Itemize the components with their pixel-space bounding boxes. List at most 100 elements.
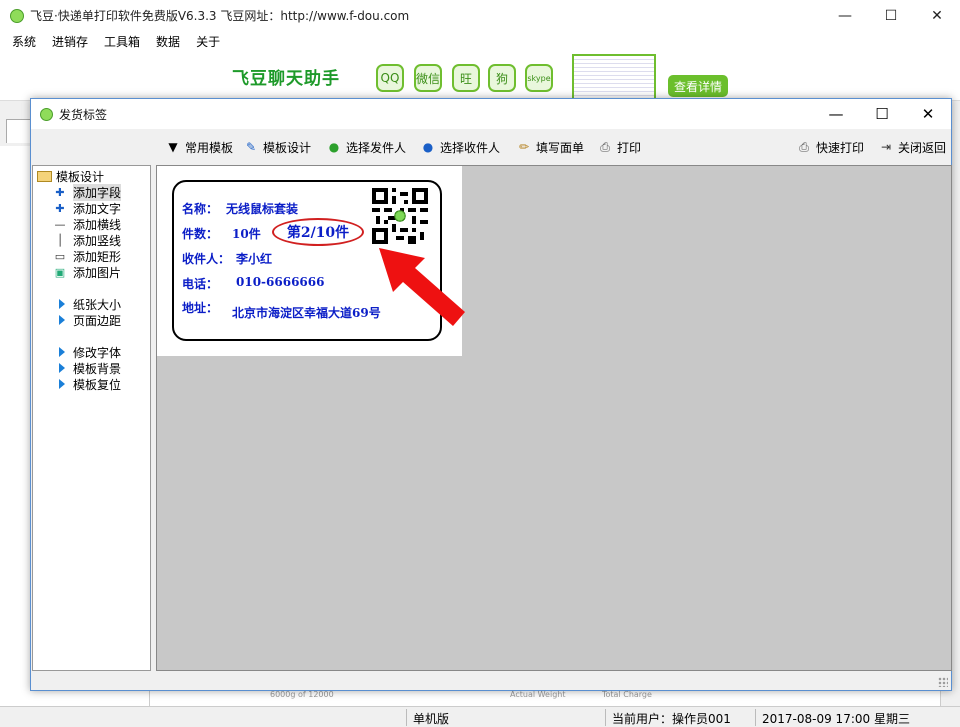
tree-item-label: 纸张大小 xyxy=(73,297,122,312)
tree-item-add-field[interactable]: ✚ 添加字段 xyxy=(53,183,122,201)
view-details-button[interactable]: 查看详情 xyxy=(668,75,728,97)
fill-waybill-label: 填写面单 xyxy=(536,140,585,155)
triangle-icon xyxy=(59,299,65,309)
image-icon: ▣ xyxy=(54,265,66,279)
address-value[interactable]: 北京市海淀区幸福大道69号 xyxy=(232,304,381,321)
tree-root-template-design[interactable]: 模板设计 xyxy=(37,168,104,184)
tree-item-label: 模板背景 xyxy=(73,361,122,376)
label-paper[interactable]: 名称： 无线鼠标套装 件数： 10件 第2/10件 收件人： 李小红 电话： 0… xyxy=(157,166,465,356)
receiver-key[interactable]: 收件人： xyxy=(182,250,230,267)
phone-value[interactable]: 010-6666666 xyxy=(236,275,324,289)
exit-icon: ⇥ xyxy=(880,140,892,154)
background-bottom-strip: 6000g of 12000 Actual Weight Total Charg… xyxy=(150,690,940,706)
wechat-icon: 微信 xyxy=(414,64,442,92)
maximize-button[interactable]: ☐ xyxy=(868,0,914,31)
banner-screenshot xyxy=(572,54,656,100)
plus-icon: ✚ xyxy=(55,201,65,215)
triangle-icon xyxy=(59,363,65,373)
qr-code-icon[interactable] xyxy=(372,188,428,244)
design-tree: 模板设计 ✚ 添加字段 ✚ 添加文字 — 添加横线 │ 添加竖线 ▭ 添加矩形 … xyxy=(32,165,151,671)
tree-item-label: 添加横线 xyxy=(73,217,122,232)
tree-item-template-reset[interactable]: 模板复位 xyxy=(57,376,121,392)
quick-printer-icon: ⎙ xyxy=(799,140,809,154)
receiver-person-icon: ● xyxy=(422,140,434,154)
dialog-logo-icon xyxy=(40,107,53,121)
triangle-icon xyxy=(59,315,65,325)
select-sender-label: 选择发件人 xyxy=(346,140,407,155)
menu-inventory[interactable]: 进销存 xyxy=(46,33,94,50)
vertical-line-icon: │ xyxy=(56,233,64,247)
triangle-icon xyxy=(59,347,65,357)
skype-icon: skype xyxy=(525,64,553,92)
status-user: 当前用户：操作员001 xyxy=(612,712,731,726)
status-datetime: 2017-08-09 17:00 星期三 xyxy=(762,712,910,726)
resize-grip-icon[interactable] xyxy=(938,677,948,687)
folder-icon xyxy=(37,170,52,182)
design-icon: ✎ xyxy=(245,140,257,154)
tree-item-template-background[interactable]: 模板背景 xyxy=(57,360,121,376)
count-key[interactable]: 件数： xyxy=(182,225,218,242)
dialog-minimize-button[interactable]: — xyxy=(813,99,859,129)
tree-item-paper-size[interactable]: 纸张大小 xyxy=(57,296,121,312)
dialog-controls: — ☐ ✕ xyxy=(813,99,951,129)
background-total-charge: Total Charge xyxy=(602,690,652,699)
select-receiver-button[interactable]: ● 选择收件人 xyxy=(420,137,500,157)
tree-item-page-margin[interactable]: 页面边距 xyxy=(57,312,121,328)
plus-icon: ✚ xyxy=(55,185,65,199)
close-return-label: 关闭返回 xyxy=(898,140,947,155)
print-button[interactable]: ⎙ 打印 xyxy=(597,137,641,157)
design-canvas[interactable]: 名称： 无线鼠标套装 件数： 10件 第2/10件 收件人： 李小红 电话： 0… xyxy=(156,165,952,671)
common-template-button[interactable]: ▼ 常用模板 xyxy=(165,137,233,157)
address-key[interactable]: 地址： xyxy=(182,299,218,316)
dog-icon: 狗 xyxy=(488,64,516,92)
tree-item-label: 添加矩形 xyxy=(73,249,122,264)
menu-system[interactable]: 系统 xyxy=(6,33,42,50)
template-design-label: 模板设计 xyxy=(263,140,312,155)
ad-banner: 飞豆聊天助手 QQ 微信 旺 狗 skype 查看详情 xyxy=(0,51,960,101)
close-return-button[interactable]: ⇥ 关闭返回 xyxy=(878,137,946,157)
dialog-toolbar: ▼ 常用模板 ✎ 模板设计 ● 选择发件人 ● 选择收件人 ✏ 填写面单 ⎙ 打… xyxy=(31,133,951,161)
fill-waybill-button[interactable]: ✏ 填写面单 xyxy=(516,137,584,157)
quick-print-button[interactable]: ⎙ 快速打印 xyxy=(796,137,864,157)
quick-print-label: 快速打印 xyxy=(816,140,865,155)
tree-item-label: 页面边距 xyxy=(73,313,122,328)
statusbar: 单机版 当前用户：操作员001 2017-08-09 17:00 星期三 xyxy=(0,706,960,727)
select-receiver-label: 选择收件人 xyxy=(440,140,501,155)
name-key[interactable]: 名称： xyxy=(182,200,218,217)
phone-key[interactable]: 电话： xyxy=(182,275,218,292)
main-window-title: 飞豆·快递单打印软件免费版V6.3.3 飞豆网址：http://www.f-do… xyxy=(30,9,410,23)
wangwang-icon: 旺 xyxy=(452,64,480,92)
piece-number: 第2/10件 xyxy=(286,225,350,241)
dialog-maximize-button[interactable]: ☐ xyxy=(859,99,905,129)
tree-item-add-hline[interactable]: — 添加横线 xyxy=(53,216,122,232)
menu-data[interactable]: 数据 xyxy=(150,33,186,50)
select-sender-button[interactable]: ● 选择发件人 xyxy=(326,137,406,157)
tree-item-add-rect[interactable]: ▭ 添加矩形 xyxy=(53,248,121,264)
menu-toolbox[interactable]: 工具箱 xyxy=(98,33,146,50)
rectangle-icon: ▭ xyxy=(54,249,66,263)
name-value[interactable]: 无线鼠标套装 xyxy=(226,200,298,217)
banner-title: 飞豆聊天助手 xyxy=(232,69,340,89)
minimize-button[interactable]: — xyxy=(822,0,868,31)
close-button[interactable]: ✕ xyxy=(914,0,960,31)
dropdown-arrow-icon: ▼ xyxy=(168,140,178,154)
status-mode: 单机版 xyxy=(413,712,450,726)
background-actual-weight: Actual Weight xyxy=(510,690,566,699)
app-logo-icon xyxy=(10,8,24,23)
count-value[interactable]: 10件 xyxy=(232,225,261,242)
tree-item-add-vline[interactable]: │ 添加竖线 xyxy=(53,232,121,248)
menubar: 系统 进销存 工具箱 数据 关于 xyxy=(0,31,960,51)
tree-item-change-font[interactable]: 修改字体 xyxy=(57,344,121,360)
common-template-label: 常用模板 xyxy=(185,140,234,155)
tree-item-label: 添加字段 xyxy=(73,183,122,201)
piece-number-oval[interactable]: 第2/10件 xyxy=(272,218,364,246)
menu-about[interactable]: 关于 xyxy=(190,33,226,50)
tree-item-label: 添加图片 xyxy=(73,265,122,280)
tree-item-add-text[interactable]: ✚ 添加文字 xyxy=(53,200,121,216)
template-design-button[interactable]: ✎ 模板设计 xyxy=(243,137,311,157)
dialog-close-button[interactable]: ✕ xyxy=(905,99,951,129)
receiver-value[interactable]: 李小红 xyxy=(236,250,272,267)
background-weight-text: 6000g of 12000 xyxy=(270,690,334,699)
dialog-titlebar: 发货标签 — ☐ ✕ xyxy=(31,99,951,129)
tree-item-add-image[interactable]: ▣ 添加图片 xyxy=(53,264,121,280)
